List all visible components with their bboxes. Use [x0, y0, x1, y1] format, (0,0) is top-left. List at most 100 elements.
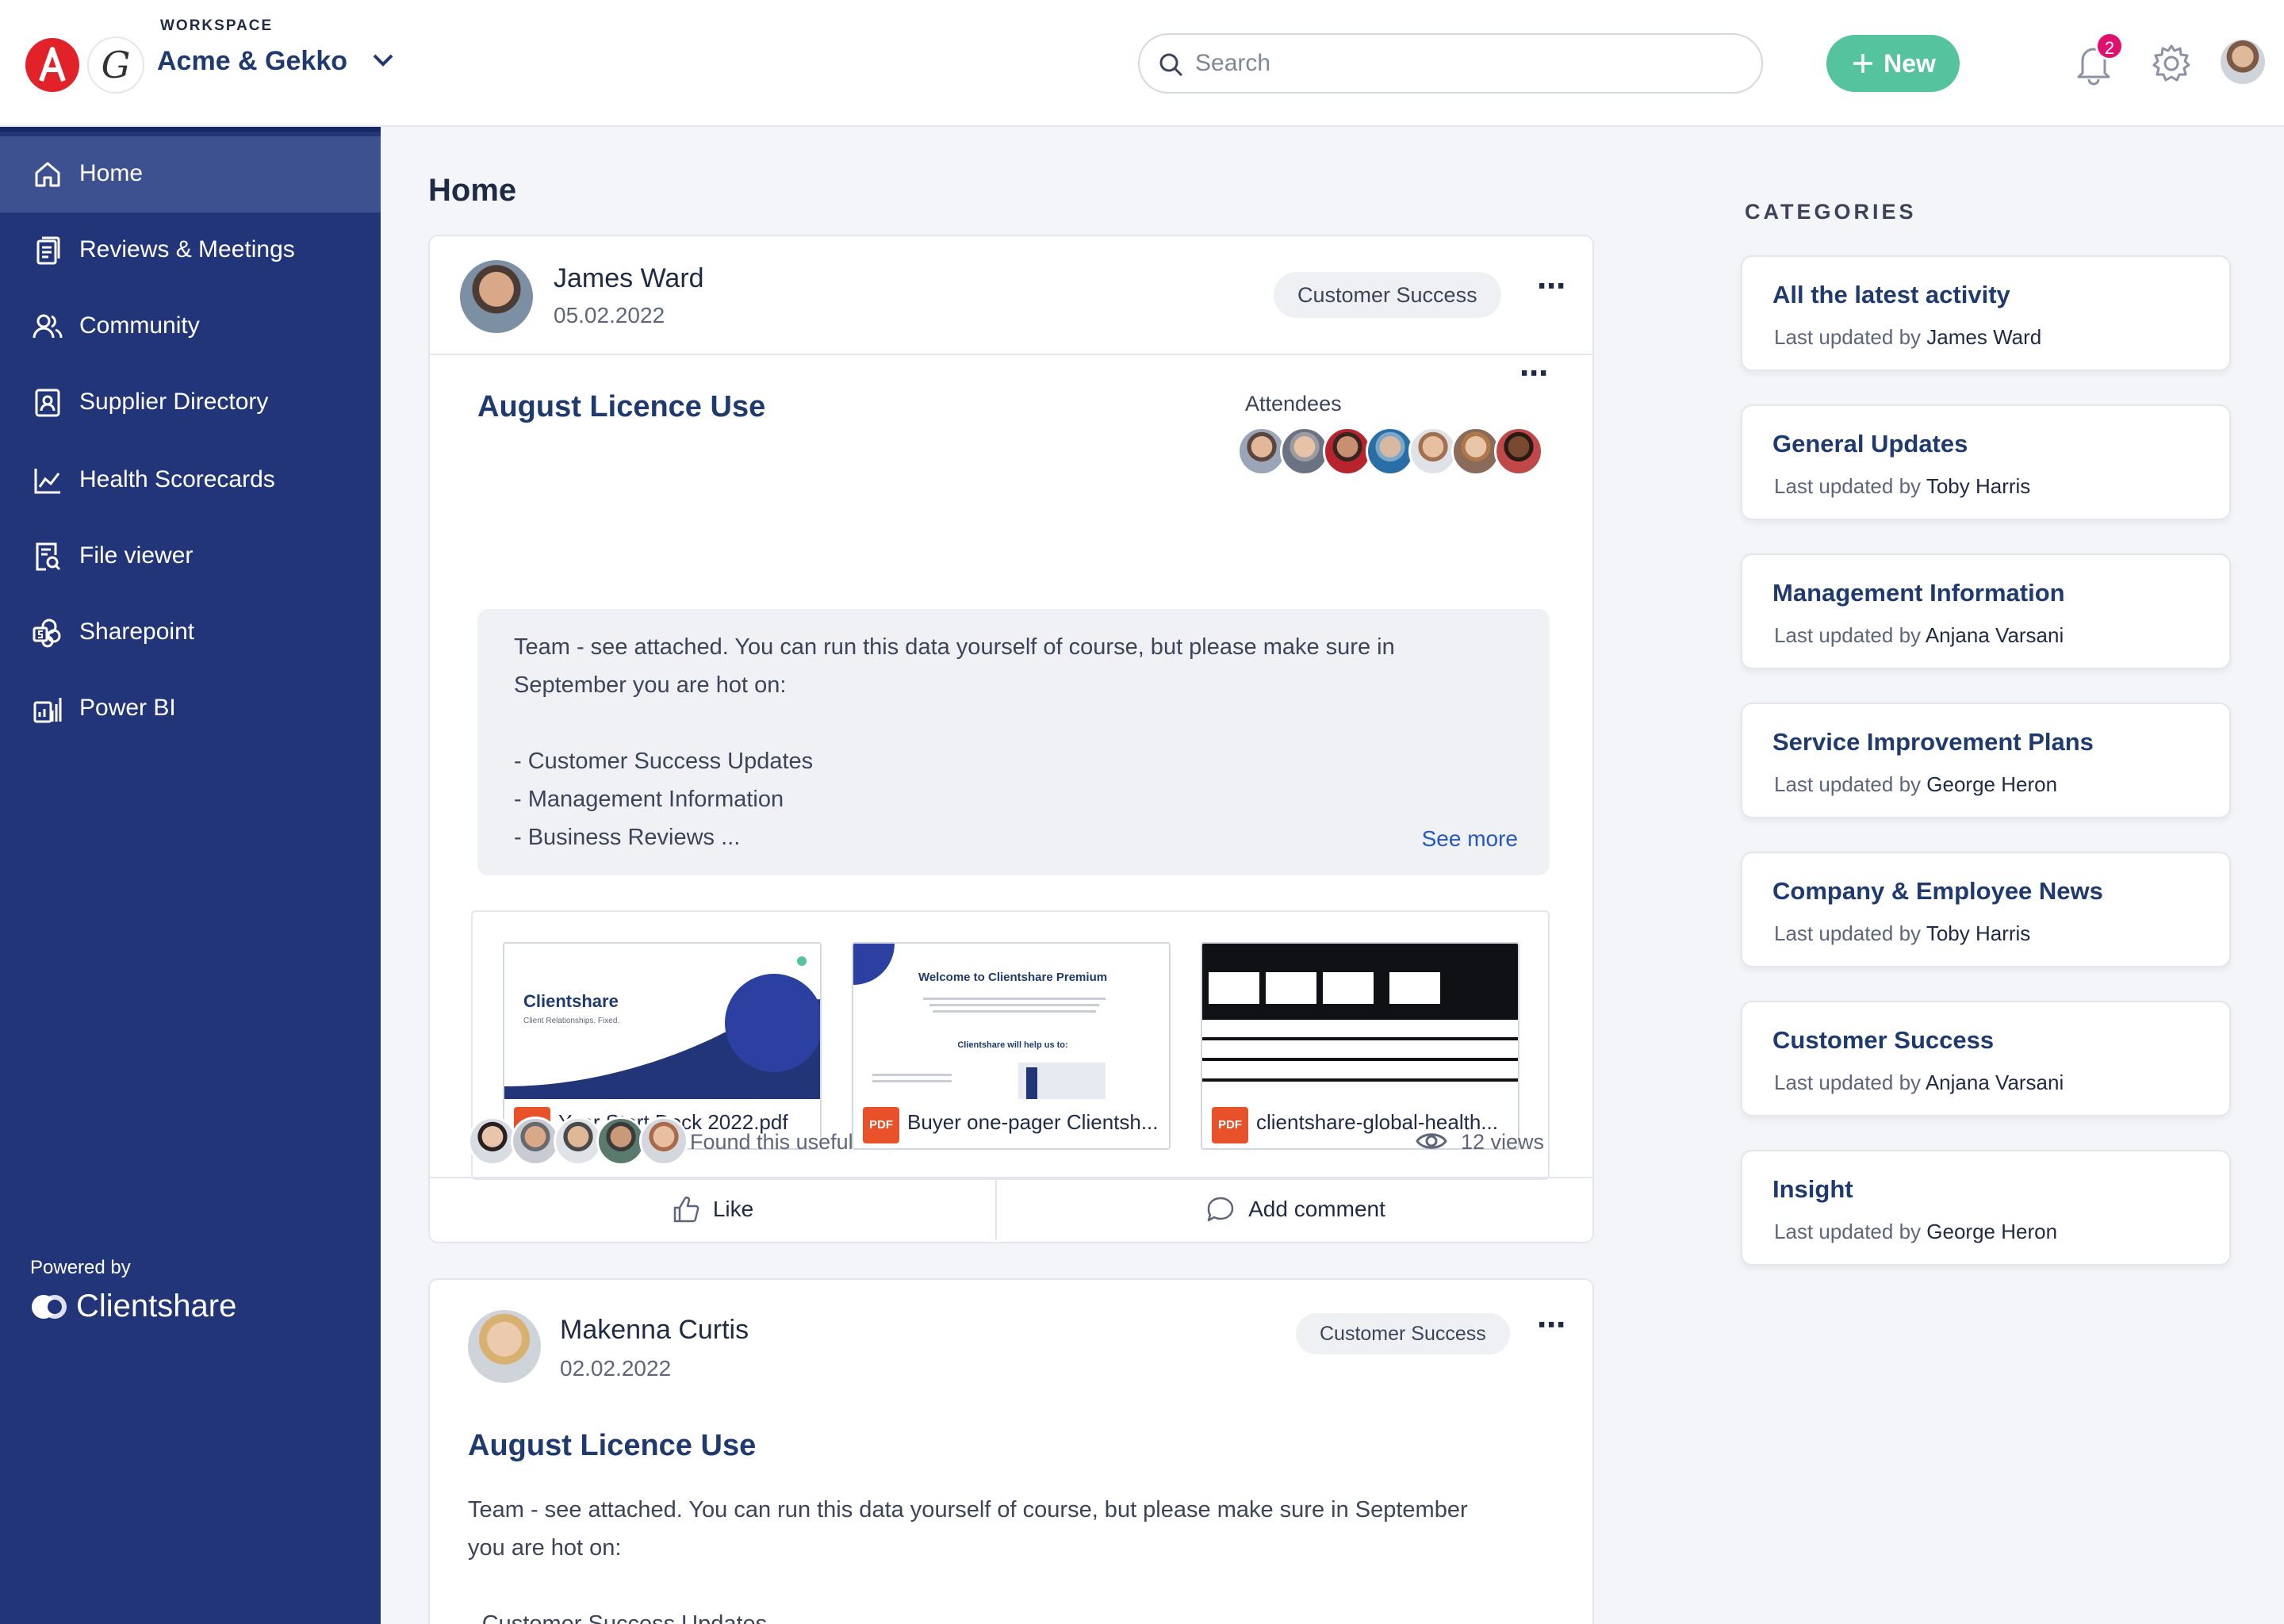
thumb-title: Clientshare: [523, 991, 619, 1011]
category-title: All the latest activity: [1772, 281, 2010, 308]
page-title: Home: [428, 173, 517, 208]
clientshare-logo[interactable]: Clientshare: [30, 1289, 236, 1324]
attendees-label: Attendees: [1245, 392, 1342, 416]
see-more-link[interactable]: See more: [1422, 826, 1518, 852]
category-title: General Updates: [1772, 430, 1968, 458]
category-title: Service Improvement Plans: [1772, 728, 2094, 756]
notification-badge: 2: [2095, 32, 2124, 60]
file-attachment[interactable]: PDF clientshare-global-health...: [1201, 942, 1519, 1150]
reactor-avatar[interactable]: [468, 1116, 517, 1166]
pdf-icon: PDF: [1212, 1107, 1248, 1143]
sidebar-item-home[interactable]: Home: [0, 136, 381, 213]
search-icon: [1159, 53, 1183, 77]
workspace-name[interactable]: Acme & Gekko: [157, 46, 347, 77]
category-title: Management Information: [1772, 579, 2065, 607]
category-card[interactable]: General Updates Last updated by Toby Har…: [1741, 404, 2231, 520]
user-avatar[interactable]: [2221, 40, 2265, 84]
category-card[interactable]: Customer Success Last updated by Anjana …: [1741, 1001, 2231, 1116]
post-date: 02.02.2022: [560, 1356, 672, 1381]
thumb-subtitle: Clientshare will help us to:: [957, 1040, 1068, 1050]
new-button[interactable]: New: [1826, 35, 1960, 92]
more-options-icon[interactable]: ⋯: [1519, 357, 1550, 390]
sidebar-item-supplier-directory[interactable]: Supplier Directory: [0, 365, 381, 441]
attendee-avatar[interactable]: [1494, 427, 1543, 476]
acme-logo-icon: [25, 38, 79, 92]
divider: [430, 354, 1592, 355]
category-badge[interactable]: Customer Success: [1274, 272, 1501, 318]
thumbs-up-icon: [673, 1197, 699, 1223]
categories-heading: CATEGORIES: [1745, 200, 1917, 224]
post-title: August Licence Use: [477, 390, 766, 423]
home-icon: [35, 162, 60, 187]
contact-card-icon: [35, 389, 60, 417]
author-name[interactable]: Makenna Curtis: [560, 1315, 749, 1346]
author-avatar[interactable]: [468, 1310, 541, 1383]
add-comment-button[interactable]: Add comment: [997, 1178, 1594, 1240]
sidebar-item-sharepoint[interactable]: Sharepoint: [0, 595, 381, 671]
add-comment-label: Add comment: [1248, 1197, 1385, 1221]
attendee-avatar[interactable]: [1451, 427, 1500, 476]
like-button[interactable]: Like: [430, 1178, 995, 1240]
category-card[interactable]: All the latest activity Last updated by …: [1741, 255, 2231, 371]
reactor-avatar[interactable]: [554, 1116, 603, 1166]
category-card[interactable]: Company & Employee News Last updated by …: [1741, 852, 2231, 967]
search-box[interactable]: [1138, 33, 1763, 94]
thumb-subtitle: Client Relationships. Fixed.: [523, 1017, 620, 1025]
file-thumbnail: Welcome to Clientshare Premium Clientsha…: [853, 944, 1169, 1099]
sidebar-item-file-viewer[interactable]: File viewer: [0, 519, 381, 595]
file-search-icon: [36, 542, 61, 571]
post-card: Makenna Curtis 02.02.2022 Customer Succe…: [428, 1278, 1594, 1624]
powered-by-label: Powered by: [30, 1257, 131, 1278]
brand-name: Clientshare: [76, 1289, 237, 1323]
file-attachment[interactable]: Welcome to Clientshare Premium Clientsha…: [852, 942, 1171, 1150]
attendee-avatar[interactable]: [1237, 427, 1286, 476]
post-title: August Licence Use: [468, 1429, 757, 1462]
post-body: Team - see attached. You can run this da…: [477, 609, 1550, 875]
category-card[interactable]: Management Information Last updated by A…: [1741, 553, 2231, 669]
attendee-avatar[interactable]: [1280, 427, 1329, 476]
sidebar-item-label: Health Scorecards: [79, 466, 275, 492]
reactor-avatar[interactable]: [511, 1116, 560, 1166]
category-card[interactable]: Insight Last updated by George Heron: [1741, 1150, 2231, 1266]
sidebar-item-health-scorecards[interactable]: Health Scorecards: [0, 442, 381, 519]
category-updated: Last updated by George Heron: [1774, 772, 2058, 796]
chevron-down-icon[interactable]: [371, 52, 395, 68]
users-icon: [33, 314, 63, 339]
attendee-avatar[interactable]: [1323, 427, 1372, 476]
more-options-icon[interactable]: ⋯: [1537, 270, 1567, 303]
body-text: Team - see attached. You can run this da…: [468, 1497, 1468, 1522]
category-card[interactable]: Service Improvement Plans Last updated b…: [1741, 703, 2231, 818]
view-count: 12 views: [1461, 1130, 1545, 1154]
post-date: 05.02.2022: [554, 303, 665, 327]
sidebar-item-label: Power BI: [79, 695, 176, 721]
author-avatar[interactable]: [460, 260, 533, 333]
sidebar-item-community[interactable]: Community: [0, 289, 381, 365]
attendee-avatar[interactable]: [1366, 427, 1415, 476]
comment-icon: [1207, 1197, 1234, 1222]
sidebar-item-label: Reviews & Meetings: [79, 236, 295, 262]
sidebar-item-label: File viewer: [79, 542, 194, 569]
file-thumbnail: [1202, 944, 1518, 1099]
pdf-icon: PDF: [863, 1107, 899, 1143]
search-input[interactable]: [1195, 44, 1742, 82]
sidebar: Home Reviews & Meetings Community Suppli…: [0, 127, 381, 1624]
file-thumbnail: Clientshare Client Relationships. Fixed.: [504, 944, 820, 1099]
category-badge[interactable]: Customer Success: [1296, 1313, 1510, 1354]
author-name[interactable]: James Ward: [554, 263, 704, 294]
sidebar-item-label: Community: [79, 312, 200, 339]
gear-icon[interactable]: [2151, 43, 2192, 84]
category-updated: Last updated by Anjana Varsani: [1774, 623, 2064, 647]
category-updated: Last updated by Toby Harris: [1774, 474, 2031, 498]
sidebar-item-power-bi[interactable]: Power BI: [0, 671, 381, 747]
reactor-avatar[interactable]: [639, 1116, 688, 1166]
category-updated: Last updated by George Heron: [1774, 1220, 2058, 1243]
category-title: Customer Success: [1772, 1026, 1995, 1054]
eye-icon: [1416, 1133, 1447, 1149]
sidebar-item-reviews-meetings[interactable]: Reviews & Meetings: [0, 213, 381, 289]
more-options-icon[interactable]: ⋯: [1537, 1308, 1567, 1342]
category-updated: Last updated by Anjana Varsani: [1774, 1071, 2064, 1094]
attendee-avatar[interactable]: [1408, 427, 1458, 476]
like-label: Like: [712, 1197, 754, 1221]
found-useful-label: Found this useful: [690, 1130, 853, 1154]
reactor-avatar[interactable]: [596, 1116, 646, 1166]
